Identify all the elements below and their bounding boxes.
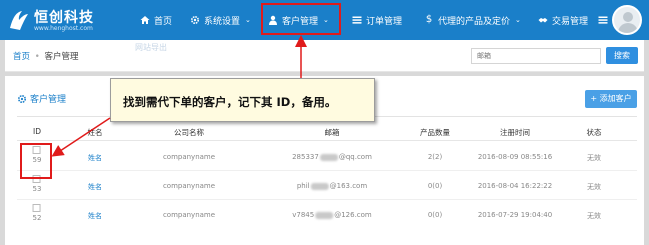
- row-email: phil @163.com: [297, 182, 367, 190]
- row-products: 2(2): [427, 153, 443, 161]
- nav-home[interactable]: 首页: [140, 0, 172, 40]
- highlight-box-customer-nav: [261, 3, 341, 35]
- row-email: v7845 @126.com: [292, 211, 372, 219]
- row-status: 无效: [587, 154, 601, 162]
- email-search-input[interactable]: [471, 48, 601, 64]
- row-company: companyname: [162, 211, 216, 219]
- breadcrumb-bar: 首页 • 客户管理 网站导出 搜索: [5, 40, 644, 72]
- row-checkbox[interactable]: [32, 204, 41, 212]
- nav-order-management[interactable]: 订单管理: [352, 0, 402, 40]
- row-products: 0(0): [427, 182, 443, 190]
- row-status: 无效: [587, 212, 601, 220]
- redaction-blur: [315, 211, 334, 219]
- nav-system-settings-label: 系统设置: [204, 16, 241, 27]
- panel-title: 客户管理: [17, 92, 66, 105]
- breadcrumb-current: 客户管理: [44, 52, 79, 62]
- row-email: 285337 @qq.com: [292, 153, 372, 161]
- brand-name: 恒创科技: [34, 10, 94, 26]
- nav-order-management-label: 订单管理: [366, 16, 403, 27]
- chevron-down-icon: ⌄: [515, 16, 521, 24]
- row-name-link[interactable]: 姓名: [88, 211, 102, 221]
- row-id: 52: [32, 214, 42, 222]
- nav-agent-products-pricing[interactable]: $ 代理的产品及定价 ⌄: [424, 0, 521, 40]
- row-id-cell: 52: [32, 204, 42, 222]
- row-registered: 2016-08-04 16:22:22: [477, 182, 553, 190]
- row-company: companyname: [162, 182, 216, 190]
- row-company: companyname: [162, 153, 216, 161]
- column-header-status: 状态: [586, 128, 602, 137]
- hamburger-icon: [598, 16, 608, 24]
- top-navbar: 恒创科技 www.henghost.com 首页 系统设置 ⌄ 客户管理 ⌄ 订…: [0, 0, 649, 40]
- row-registered: 2016-08-09 08:55:16: [477, 153, 553, 161]
- gear-icon: [17, 94, 27, 103]
- row-products: 0(0): [427, 211, 443, 219]
- nav-transaction-management[interactable]: 交易管理: [538, 0, 588, 40]
- row-name-link[interactable]: 姓名: [88, 182, 102, 192]
- breadcrumb: 首页 • 客户管理: [13, 50, 78, 62]
- breadcrumb-home[interactable]: 首页: [13, 52, 30, 62]
- table-row[interactable]: 53 姓名 companyname phil @163.com 0(0) 2016…: [17, 172, 637, 200]
- nav-agent-products-pricing-label: 代理的产品及定价: [438, 16, 511, 27]
- column-header-name: 姓名: [87, 128, 103, 137]
- list-icon: [352, 16, 362, 24]
- row-name-link[interactable]: 姓名: [88, 153, 102, 163]
- callout-text: 找到需代下单的客户，记下其 ID，备用。: [123, 95, 337, 109]
- nav-system-settings[interactable]: 系统设置 ⌄: [190, 0, 251, 40]
- row-email-prefix: v7845: [292, 211, 315, 219]
- ghost-tag: 网站导出: [135, 43, 167, 52]
- table-row[interactable]: 52 姓名 companyname v7845 @126.com 0(0) 201…: [17, 201, 637, 229]
- nav-transaction-management-label: 交易管理: [552, 16, 589, 27]
- home-icon: [140, 16, 150, 24]
- add-customer-button[interactable]: + 添加客户: [585, 90, 637, 108]
- avatar-body: [618, 23, 638, 33]
- column-header-id: ID: [33, 127, 41, 136]
- redaction-blur: [319, 153, 338, 161]
- highlight-box-row-id: [20, 143, 52, 179]
- row-email-prefix: 285337: [292, 153, 319, 161]
- panel-title-text: 客户管理: [30, 95, 67, 105]
- table-header: ID 姓名 公司名称 邮箱 产品数量 注册时间 状态: [17, 123, 637, 141]
- search-button[interactable]: 搜索: [606, 47, 638, 64]
- column-header-products: 产品数量: [420, 128, 450, 137]
- nav-home-label: 首页: [154, 16, 173, 27]
- handshake-icon: [538, 18, 548, 23]
- brand-url: www.henghost.com: [34, 25, 93, 32]
- column-header-email: 邮箱: [324, 128, 340, 137]
- menu-toggle[interactable]: [598, 0, 608, 40]
- row-id: 53: [32, 185, 42, 193]
- chevron-down-icon: ⌄: [245, 16, 251, 24]
- dollar-icon: $: [425, 14, 433, 25]
- row-email-prefix: phil: [296, 182, 310, 190]
- redaction-blur: [310, 182, 329, 190]
- avatar[interactable]: [612, 5, 642, 35]
- annotation-callout: 找到需代下单的客户，记下其 ID，备用。: [110, 78, 375, 122]
- gear-icon: [190, 15, 200, 25]
- row-email-suffix: @qq.com: [338, 153, 372, 161]
- column-header-registered: 注册时间: [500, 128, 530, 137]
- row-registered: 2016-07-29 19:04:40: [477, 211, 553, 219]
- column-header-company: 公司名称: [174, 128, 204, 137]
- table-row[interactable]: 59 姓名 companyname 285337 @qq.com 2(2) 201…: [17, 143, 637, 171]
- brand-logo[interactable]: 恒创科技 www.henghost.com: [8, 6, 128, 36]
- breadcrumb-separator: •: [34, 52, 40, 62]
- row-email-suffix: @163.com: [329, 182, 368, 190]
- logo-mark-icon: [10, 11, 28, 30]
- avatar-head: [623, 12, 633, 22]
- row-status: 无效: [587, 183, 601, 191]
- row-email-suffix: @126.com: [334, 211, 372, 219]
